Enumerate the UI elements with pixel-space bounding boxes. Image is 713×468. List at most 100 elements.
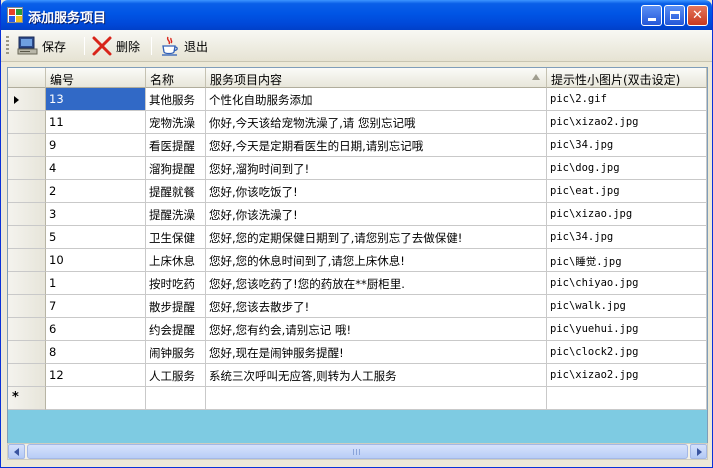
scroll-thumb[interactable]: [27, 444, 688, 459]
cell-picture[interactable]: pic\xizao2.jpg: [547, 111, 707, 134]
cell-name[interactable]: 闹钟服务: [146, 341, 206, 364]
row-header[interactable]: *: [8, 387, 46, 410]
table-row[interactable]: 5 卫生保健 您好,您的定期保健日期到了,请您别忘了去做保健! pic\34.jpg: [8, 226, 707, 249]
new-row-cell[interactable]: [206, 387, 547, 410]
cell-picture[interactable]: pic\xizao.jpg: [547, 203, 707, 226]
cell-name[interactable]: 约会提醒: [146, 318, 206, 341]
cell-content[interactable]: 您好,你该吃饭了!: [206, 180, 547, 203]
row-header[interactable]: [8, 249, 46, 272]
column-header-picture[interactable]: 提示性小图片(双击设定): [547, 68, 707, 88]
cell-content[interactable]: 您好,您该吃药了!您的药放在**厨柜里.: [206, 272, 547, 295]
row-header[interactable]: [8, 318, 46, 341]
cell-picture[interactable]: pic\eat.jpg: [547, 180, 707, 203]
cell-id[interactable]: 12: [46, 364, 146, 387]
cell-picture[interactable]: pic\睡觉.jpg: [547, 249, 707, 272]
table-row[interactable]: 3 提醒洗澡 您好,你该洗澡了! pic\xizao.jpg: [8, 203, 707, 226]
column-header-content[interactable]: 服务项目内容: [206, 68, 547, 88]
column-header-id[interactable]: 编号: [46, 68, 146, 88]
table-row[interactable]: 13 其他服务 个性化自助服务添加 pic\2.gif: [8, 88, 707, 111]
scroll-left-button[interactable]: [8, 444, 25, 459]
new-row-cell[interactable]: [547, 387, 707, 410]
table-row[interactable]: 9 看医提醒 您好,今天是定期看医生的日期,请别忘记哦 pic\34.jpg: [8, 134, 707, 157]
cell-name[interactable]: 溜狗提醒: [146, 157, 206, 180]
cell-id[interactable]: 10: [46, 249, 146, 272]
cell-id[interactable]: 2: [46, 180, 146, 203]
table-row[interactable]: 1 按时吃药 您好,您该吃药了!您的药放在**厨柜里. pic\chiyao.jpg: [8, 272, 707, 295]
cell-name[interactable]: 提醒洗澡: [146, 203, 206, 226]
cell-id[interactable]: 1: [46, 272, 146, 295]
cell-content[interactable]: 您好,溜狗时间到了!: [206, 157, 547, 180]
cell-content[interactable]: 您好,您的休息时间到了,请您上床休息!: [206, 249, 547, 272]
cell-picture[interactable]: pic\chiyao.jpg: [547, 272, 707, 295]
cell-content[interactable]: 您好,今天是定期看医生的日期,请别忘记哦: [206, 134, 547, 157]
toolbar-grip[interactable]: [6, 36, 9, 56]
new-row[interactable]: *: [8, 387, 707, 410]
cell-picture[interactable]: pic\34.jpg: [547, 226, 707, 249]
cell-picture[interactable]: pic\2.gif: [547, 88, 707, 111]
cell-content[interactable]: 您好,您的定期保健日期到了,请您别忘了去做保健!: [206, 226, 547, 249]
app-icon[interactable]: [7, 7, 23, 23]
cell-picture[interactable]: pic\xizao2.jpg: [547, 364, 707, 387]
cell-id[interactable]: 9: [46, 134, 146, 157]
cell-content[interactable]: 您好,您该去散步了!: [206, 295, 547, 318]
delete-button[interactable]: 删除: [91, 34, 140, 58]
row-header[interactable]: [8, 157, 46, 180]
row-header[interactable]: [8, 180, 46, 203]
cell-picture[interactable]: pic\dog.jpg: [547, 157, 707, 180]
save-button[interactable]: 保存: [17, 34, 66, 58]
cell-name[interactable]: 提醒就餐: [146, 180, 206, 203]
cell-picture[interactable]: pic\34.jpg: [547, 134, 707, 157]
cell-content[interactable]: 您好,你该洗澡了!: [206, 203, 547, 226]
cell-id[interactable]: 6: [46, 318, 146, 341]
row-header[interactable]: [8, 341, 46, 364]
column-header-name[interactable]: 名称: [146, 68, 206, 88]
cell-name[interactable]: 上床休息: [146, 249, 206, 272]
cell-id[interactable]: 11: [46, 111, 146, 134]
minimize-button[interactable]: [641, 5, 662, 26]
row-header[interactable]: [8, 203, 46, 226]
row-header[interactable]: [8, 272, 46, 295]
table-row[interactable]: 6 约会提醒 您好,您有约会,请别忘记 哦! pic\yuehui.jpg: [8, 318, 707, 341]
cell-id[interactable]: 7: [46, 295, 146, 318]
row-header[interactable]: [8, 364, 46, 387]
cell-picture[interactable]: pic\walk.jpg: [547, 295, 707, 318]
table-row[interactable]: 12 人工服务 系统三次呼叫无应答,则转为人工服务 pic\xizao2.jpg: [8, 364, 707, 387]
corner-header[interactable]: [8, 68, 46, 88]
title-bar[interactable]: 添加服务项目 ✕: [1, 0, 712, 30]
cell-name[interactable]: 宠物洗澡: [146, 111, 206, 134]
cell-name[interactable]: 卫生保健: [146, 226, 206, 249]
cell-id[interactable]: 3: [46, 203, 146, 226]
cell-content[interactable]: 您好,现在是闹钟服务提醒!: [206, 341, 547, 364]
cell-content[interactable]: 系统三次呼叫无应答,则转为人工服务: [206, 364, 547, 387]
cell-name[interactable]: 看医提醒: [146, 134, 206, 157]
maximize-button[interactable]: [664, 5, 685, 26]
table-row[interactable]: 4 溜狗提醒 您好,溜狗时间到了! pic\dog.jpg: [8, 157, 707, 180]
cell-picture[interactable]: pic\clock2.jpg: [547, 341, 707, 364]
cell-id[interactable]: 4: [46, 157, 146, 180]
cell-name[interactable]: 人工服务: [146, 364, 206, 387]
row-header[interactable]: [8, 134, 46, 157]
exit-button[interactable]: 退出: [159, 34, 208, 58]
close-button[interactable]: ✕: [687, 5, 708, 26]
cell-content[interactable]: 您好,您有约会,请别忘记 哦!: [206, 318, 547, 341]
new-row-cell[interactable]: [146, 387, 206, 410]
table-row[interactable]: 7 散步提醒 您好,您该去散步了! pic\walk.jpg: [8, 295, 707, 318]
cell-id[interactable]: 13: [46, 88, 146, 111]
cell-picture[interactable]: pic\yuehui.jpg: [547, 318, 707, 341]
cell-name[interactable]: 按时吃药: [146, 272, 206, 295]
horizontal-scrollbar[interactable]: [7, 443, 708, 460]
row-header[interactable]: [8, 88, 46, 111]
cell-content[interactable]: 个性化自助服务添加: [206, 88, 547, 111]
new-row-cell[interactable]: [46, 387, 146, 410]
scroll-right-button[interactable]: [690, 444, 707, 459]
cell-name[interactable]: 散步提醒: [146, 295, 206, 318]
data-grid[interactable]: 编号 名称 服务项目内容 提示性小图片(双击设定) 13 其他服务 个性化自助服务添…: [7, 67, 708, 444]
table-row[interactable]: 10 上床休息 您好,您的休息时间到了,请您上床休息! pic\睡觉.jpg: [8, 249, 707, 272]
row-header[interactable]: [8, 111, 46, 134]
cell-id[interactable]: 5: [46, 226, 146, 249]
table-row[interactable]: 8 闹钟服务 您好,现在是闹钟服务提醒! pic\clock2.jpg: [8, 341, 707, 364]
table-row[interactable]: 2 提醒就餐 您好,你该吃饭了! pic\eat.jpg: [8, 180, 707, 203]
cell-id[interactable]: 8: [46, 341, 146, 364]
cell-name[interactable]: 其他服务: [146, 88, 206, 111]
table-row[interactable]: 11 宠物洗澡 你好,今天该给宠物洗澡了,请 您别忘记哦 pic\xizao2.jpg: [8, 111, 707, 134]
